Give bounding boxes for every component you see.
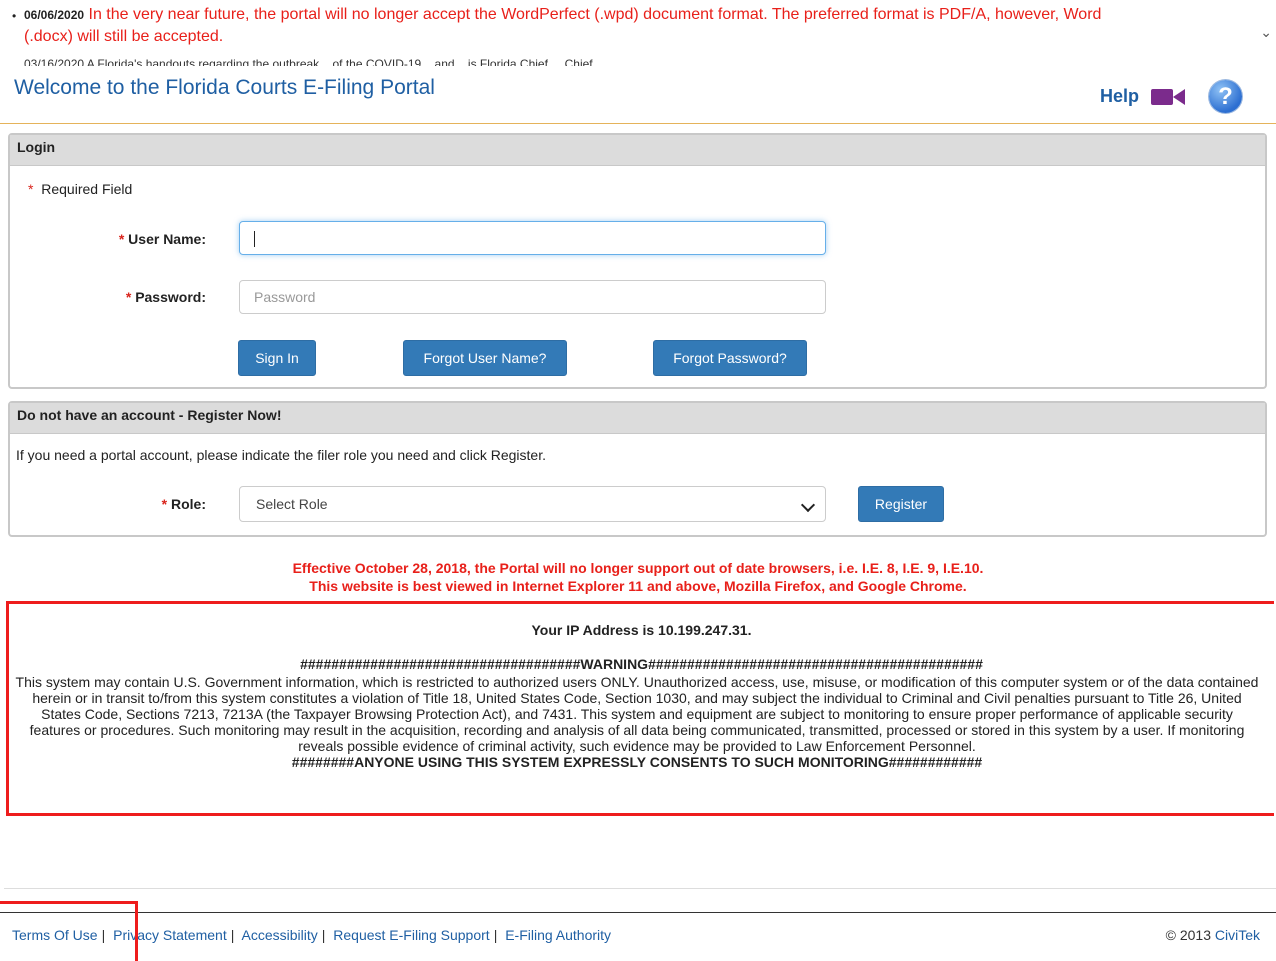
footer-link-support[interactable]: Request E-Filing Support: [333, 927, 489, 943]
news-ticker: • 06/06/2020 In the very near future, th…: [0, 0, 1276, 66]
register-button[interactable]: Register: [858, 486, 944, 522]
register-panel: Do not have an account - Register Now! I…: [8, 401, 1267, 537]
role-selected-value: Select Role: [256, 496, 328, 512]
username-label-text: User Name:: [128, 231, 206, 247]
password-placeholder: Password: [254, 289, 316, 305]
chevron-down-icon[interactable]: ⌄: [1260, 24, 1272, 41]
ticker-item-1-cont-text: (.docx) will still be accepted.: [24, 28, 224, 45]
forgot-username-button[interactable]: Forgot User Name?: [403, 340, 567, 376]
ticker-item-2: 03/16/2020 A Florida's handouts regardin…: [24, 55, 593, 66]
ticker-item-1-text: In the very near future, the portal will…: [88, 6, 1102, 23]
forgot-password-button[interactable]: Forgot Password?: [653, 340, 807, 376]
page-title: Welcome to the Florida Courts E-Filing P…: [14, 76, 435, 99]
role-label: * Role:: [161, 496, 206, 512]
warning-header: ####################################WARN…: [300, 656, 983, 672]
ticker-item-1: 06/06/2020 In the very near future, the …: [24, 5, 1101, 25]
civitek-link[interactable]: CiviTek: [1215, 927, 1260, 943]
password-label: * Password:: [125, 289, 206, 305]
required-note: * Required Field: [28, 181, 133, 197]
chevron-down-icon: [800, 497, 816, 513]
ticker-bullet: •: [12, 9, 17, 23]
login-heading: Login: [10, 135, 1265, 166]
video-camera-icon[interactable]: [1151, 86, 1187, 108]
footer-link-authority[interactable]: E-Filing Authority: [505, 927, 611, 943]
title-divider: [0, 123, 1276, 124]
annotation-highlight: [0, 901, 138, 961]
required-note-text: Required Field: [41, 181, 133, 197]
browser-notice-line-1: Effective October 28, 2018, the Portal w…: [292, 560, 984, 576]
browser-notice-line-2: This website is best viewed in Internet …: [309, 578, 967, 594]
copyright-text: © 2013: [1165, 927, 1211, 943]
sign-in-button[interactable]: Sign In: [238, 340, 316, 376]
ticker-item-1-cont: (.docx) will still be accepted.: [24, 27, 223, 46]
role-label-text: Role:: [171, 496, 206, 512]
login-panel: Login * Required Field * User Name: * Pa…: [8, 133, 1267, 389]
role-select[interactable]: Select Role: [239, 486, 826, 522]
help-area: Help ?: [1100, 80, 1243, 113]
help-link[interactable]: Help: [1100, 86, 1139, 107]
username-label: * User Name:: [118, 231, 206, 247]
footer-divider: [0, 912, 1276, 913]
warning-body-text: This system may contain U.S. Government …: [15, 674, 1259, 754]
footer-link-accessibility[interactable]: Accessibility: [241, 927, 317, 943]
register-heading: Do not have an account - Register Now!: [10, 403, 1265, 434]
ip-address-text: Your IP Address is 10.199.247.31.: [531, 622, 752, 638]
text-caret: [254, 231, 255, 248]
ticker-item-1-date: 06/06/2020: [24, 8, 85, 22]
username-input[interactable]: [239, 221, 826, 255]
help-question-icon[interactable]: ?: [1209, 80, 1243, 113]
footer-divider-light: [4, 888, 1276, 889]
password-label-text: Password:: [135, 289, 206, 305]
security-warning-box: Your IP Address is 10.199.247.31. ######…: [6, 601, 1274, 816]
ticker-item-2-text: 03/16/2020 A Florida's handouts regardin…: [24, 57, 593, 66]
register-description: If you need a portal account, please ind…: [16, 447, 546, 463]
copyright: © 2013 CiviTek: [1166, 927, 1260, 943]
warning-consent: ########ANYONE USING THIS SYSTEM EXPRESS…: [291, 754, 983, 770]
password-input[interactable]: Password: [239, 280, 826, 314]
warning-body: This system may contain U.S. Government …: [15, 674, 1259, 770]
